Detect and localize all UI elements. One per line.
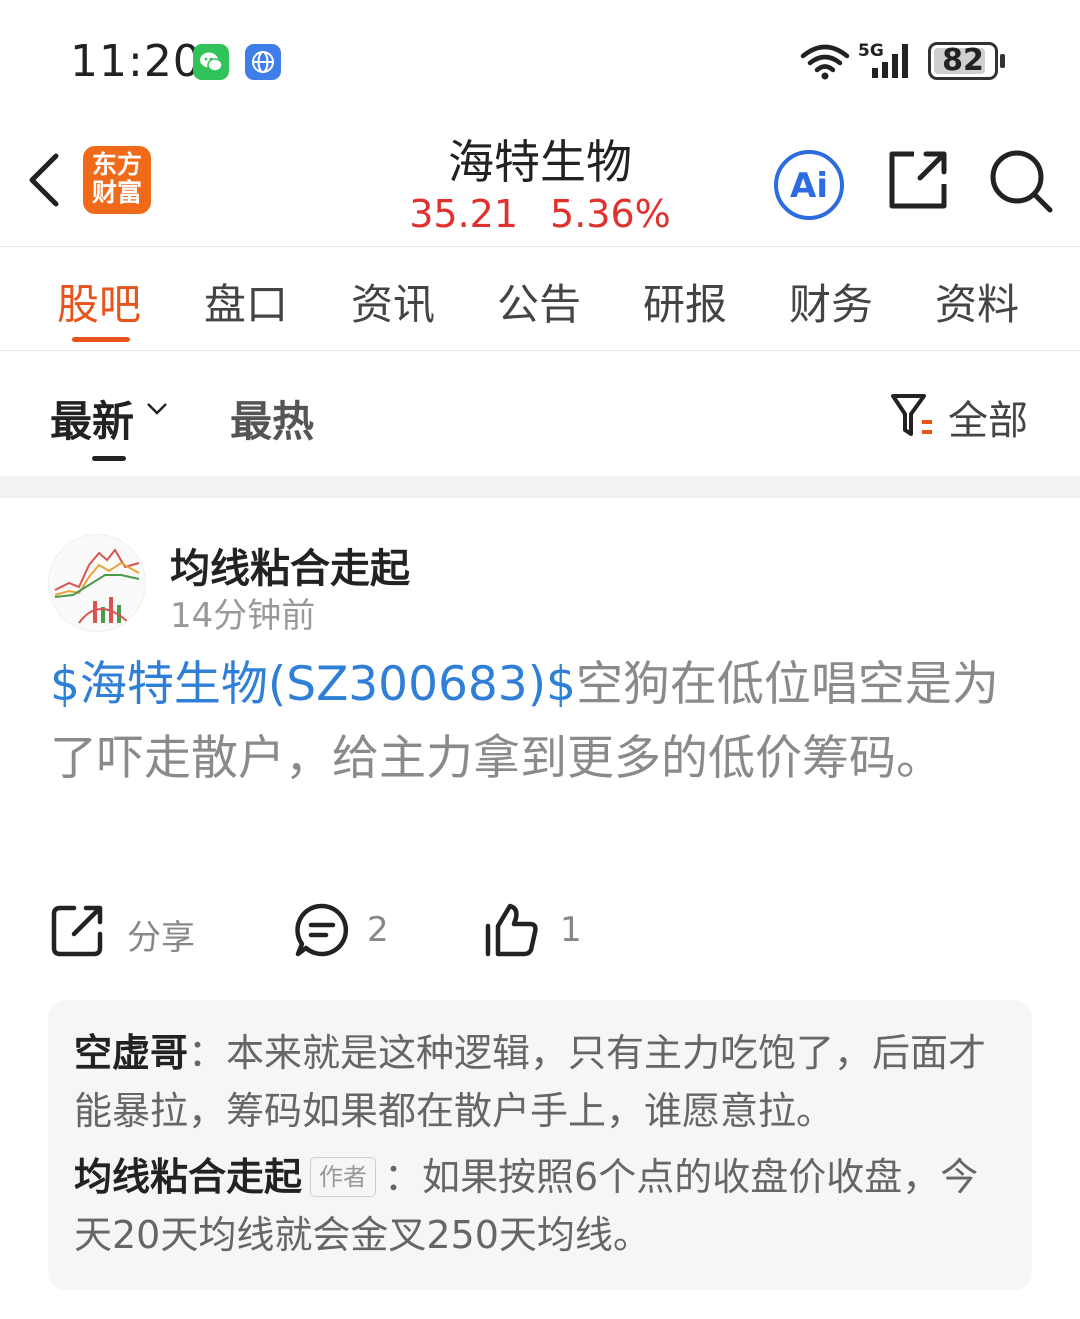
wechat-icon [193,44,229,80]
signal-icon: 5G [858,41,908,78]
wifi-icon [800,44,850,80]
ai-label: Ai [790,166,828,206]
tab-profile[interactable]: 资料 [935,271,1019,332]
like-thumb-icon[interactable] [484,902,540,958]
stock-quote: 35.21 5.36% [340,192,740,236]
active-tab-indicator [72,337,130,342]
like-count[interactable]: 1 [560,910,582,950]
filter-all-label[interactable]: 全部 [948,388,1028,446]
status-bar: 11:20 5G 82 [0,0,1080,120]
filter-icon[interactable] [890,392,936,440]
tab-announcements[interactable]: 公告 [497,271,581,332]
ai-assistant-icon[interactable]: Ai [772,148,846,222]
browser-icon [245,44,281,80]
chevron-down-icon[interactable] [146,402,168,416]
comment-count[interactable]: 2 [367,910,389,950]
eastmoney-logo[interactable]: 东方 财富 [83,146,151,214]
status-time: 11:20 [70,36,202,87]
post-actions: 分享 2 1 [0,902,1080,962]
stock-header: 东方 财富 海特生物 35.21 5.36% Ai [0,120,1080,247]
tab-finance[interactable]: 财务 [789,271,873,332]
commenter-name[interactable]: 空虚哥 [74,1031,188,1075]
tab-news[interactable]: 资讯 [351,271,435,332]
battery-tip [1000,54,1005,68]
stock-name: 海特生物 [448,135,632,189]
post-author[interactable]: 均线粘合走起 [170,536,410,594]
commenter-name[interactable]: 均线粘合走起 [74,1155,302,1199]
logo-text-bottom: 财富 [91,178,142,207]
share-icon[interactable] [50,902,106,958]
comment-preview-box[interactable]: 空虚哥：本来就是这种逻辑，只有主力吃饱了，后面才能暴拉，筹码如果都在散户手上，谁… [48,1000,1032,1290]
section-tabs: 股吧 盘口 资讯 公告 研报 财务 资料 [0,247,1080,351]
comment-separator: ： [384,1155,423,1199]
share-label[interactable]: 分享 [127,910,195,959]
tab-pankou[interactable]: 盘口 [204,271,288,332]
logo-text-top: 东方 [91,150,142,179]
stock-change: 5.36% [550,192,671,236]
comment-icon[interactable] [294,902,350,958]
sort-filter-bar: 最新 最热 全部 [0,352,1080,476]
network-type-label: 5G [858,41,884,61]
sort-latest[interactable]: 最新 [50,388,134,449]
stock-price: 35.21 [409,192,519,236]
post-content[interactable]: $海特生物(SZ300683)$空狗在低位唱空是为了吓走散户，给主力拿到更多的低… [50,648,1030,796]
comment-separator: ： [188,1031,227,1075]
comment-item[interactable]: 空虚哥：本来就是这种逻辑，只有主力吃饱了，后面才能暴拉，筹码如果都在散户手上，谁… [74,1024,1006,1140]
stock-mention-link[interactable]: $海特生物(SZ300683)$ [50,657,576,712]
post-card[interactable]: 均线粘合走起 14分钟前 $海特生物(SZ300683)$空狗在低位唱空是为了吓… [0,498,1080,1319]
section-divider [0,476,1080,498]
tab-research[interactable]: 研报 [643,271,727,332]
sort-hot[interactable]: 最热 [230,388,314,449]
comment-item[interactable]: 均线粘合走起 作者 ：如果按照6个点的收盘价收盘，今天20天均线就会金叉250天均线… [74,1148,1006,1264]
search-icon[interactable] [988,148,1054,214]
tab-guba[interactable]: 股吧 [57,271,141,332]
back-arrow-icon[interactable] [24,150,64,210]
post-time: 14分钟前 [170,596,316,636]
author-avatar[interactable] [48,534,146,632]
author-tag-badge: 作者 [310,1156,377,1197]
sort-indicator [92,456,126,461]
share-external-icon[interactable] [886,148,950,212]
battery-level: 82 [942,43,984,78]
battery-icon: 82 [928,42,998,80]
